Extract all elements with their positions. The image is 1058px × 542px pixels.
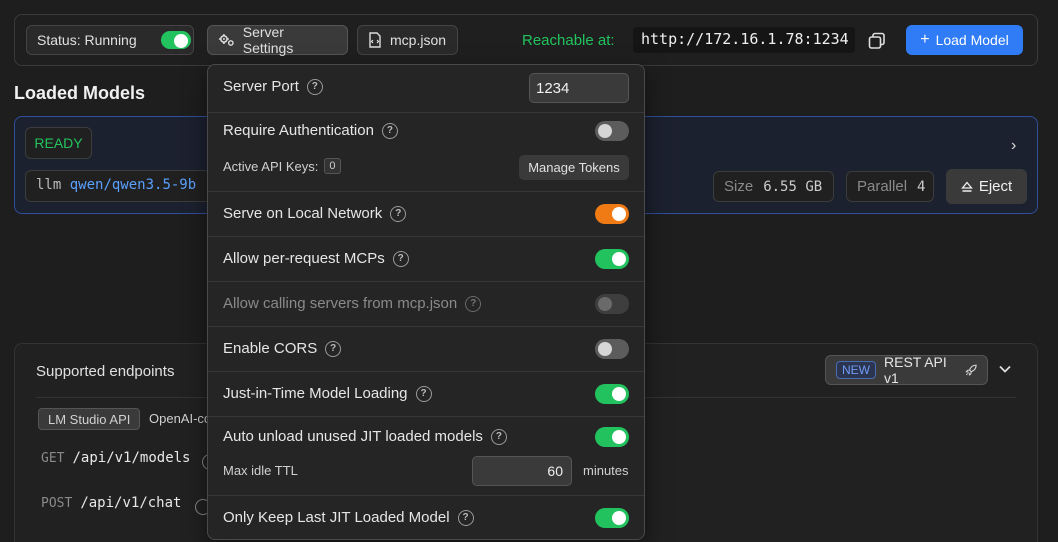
help-icon[interactable]: ? <box>465 295 482 312</box>
cors-toggle[interactable] <box>595 339 629 359</box>
mcp-json-label: mcp.json <box>390 32 447 48</box>
model-size: Size 6.55 GB <box>713 171 834 202</box>
cors-label: Enable CORS <box>223 340 318 357</box>
tab-openai-compatible[interactable]: OpenAI-compatible <box>140 408 208 430</box>
model-identifier[interactable]: llm qwen/qwen3.5-9b <box>25 170 225 202</box>
jit-label-group: Just-in-Time Model Loading ? <box>223 385 432 402</box>
calling-servers-label-group: Allow calling servers from mcp.json ? <box>223 295 482 312</box>
size-label: Size <box>724 178 754 195</box>
per-request-mcps-label: Allow per-request MCPs <box>223 250 385 267</box>
keep-last-label: Only Keep Last JIT Loaded Model <box>223 509 450 526</box>
max-idle-input[interactable] <box>472 456 572 486</box>
load-model-label: Load Model <box>935 32 1009 48</box>
server-port-label-group: Server Port ? <box>223 78 323 95</box>
auto-unload-row: Auto unload unused JIT loaded models ? M… <box>208 417 644 495</box>
status-label: Status: Running <box>37 32 137 48</box>
server-port-label: Server Port <box>223 78 299 95</box>
active-keys-label: Active API Keys: <box>223 158 319 174</box>
require-auth-label-group: Require Authentication ? <box>223 122 398 139</box>
calling-servers-toggle[interactable] <box>595 294 629 314</box>
rest-api-selector[interactable]: NEW REST API v1 <box>825 354 988 386</box>
plus-icon: + <box>920 31 930 48</box>
cors-label-group: Enable CORS ? <box>223 340 342 357</box>
chevron-right-icon[interactable]: › <box>1011 137 1016 155</box>
per-request-mcps-row: Allow per-request MCPs ? <box>208 237 644 281</box>
server-settings-button[interactable]: Server Settings <box>207 24 348 56</box>
server-settings-dropdown: Server Port ? Require Authentication ? A… <box>207 64 645 540</box>
endpoint-method: POST <box>41 496 73 511</box>
per-request-mcps-label-group: Allow per-request MCPs ? <box>223 250 409 267</box>
endpoint-path: /api/v1/models <box>72 450 191 466</box>
size-value: 6.55 GB <box>763 178 823 195</box>
calling-servers-row: Allow calling servers from mcp.json ? <box>208 282 644 326</box>
keep-last-row: Only Keep Last JIT Loaded Model ? <box>208 496 644 540</box>
rocket-icon <box>965 364 977 376</box>
max-idle-label: Max idle TTL <box>223 463 298 478</box>
jit-label: Just-in-Time Model Loading <box>223 385 408 402</box>
manage-tokens-button[interactable]: Manage Tokens <box>519 155 629 180</box>
load-model-button[interactable]: + Load Model <box>906 25 1023 55</box>
local-network-label: Serve on Local Network <box>223 205 383 222</box>
status-pill[interactable]: Status: Running <box>26 25 194 55</box>
server-port-row: Server Port ? <box>208 65 644 112</box>
eject-label: Eject <box>978 178 1013 195</box>
help-icon[interactable]: ? <box>415 385 432 402</box>
endpoint-row[interactable]: GET/api/v1/models <box>41 450 191 466</box>
new-badge: NEW <box>836 361 876 379</box>
reachable-label: Reachable at: <box>522 32 615 49</box>
file-code-icon <box>369 32 381 48</box>
eject-icon <box>960 180 973 192</box>
jit-row: Just-in-Time Model Loading ? <box>208 372 644 416</box>
help-icon[interactable]: ? <box>457 509 474 526</box>
max-idle-unit: minutes <box>583 463 629 478</box>
parallel-label: Parallel <box>857 178 908 195</box>
help-icon[interactable]: ? <box>390 205 407 222</box>
server-running-toggle[interactable] <box>161 31 191 49</box>
help-icon[interactable]: ? <box>381 122 398 139</box>
top-bar: Status: Running Server Settings mcp.json… <box>14 14 1038 66</box>
loaded-models-title: Loaded Models <box>14 83 146 103</box>
require-auth-label: Require Authentication <box>223 122 374 139</box>
calling-servers-label: Allow calling servers from mcp.json <box>223 295 458 312</box>
endpoint-row[interactable]: POST/api/v1/chat <box>41 495 181 511</box>
per-request-mcps-toggle[interactable] <box>595 249 629 269</box>
help-icon[interactable]: ? <box>325 340 342 357</box>
eject-button[interactable]: Eject <box>946 169 1027 204</box>
copy-icon[interactable] <box>868 32 886 50</box>
cors-row: Enable CORS ? <box>208 327 644 371</box>
endpoints-title: Supported endpoints <box>36 363 175 380</box>
require-auth-row: Require Authentication ? Active API Keys… <box>208 113 644 191</box>
local-network-toggle[interactable] <box>595 204 629 224</box>
server-port-input[interactable] <box>529 73 629 103</box>
auto-unload-label: Auto unload unused JIT loaded models <box>223 428 483 445</box>
active-keys-group: Active API Keys: 0 <box>223 158 341 174</box>
endpoint-path: /api/v1/chat <box>80 495 182 511</box>
chevron-down-icon[interactable] <box>997 361 1013 377</box>
keep-last-toggle[interactable] <box>595 508 629 528</box>
auto-unload-toggle[interactable] <box>595 427 629 447</box>
model-parallel: Parallel 4 <box>846 171 934 202</box>
local-network-label-group: Serve on Local Network ? <box>223 205 407 222</box>
require-auth-toggle[interactable] <box>595 121 629 141</box>
model-keyword: llm <box>36 177 62 193</box>
jit-toggle[interactable] <box>595 384 629 404</box>
help-icon[interactable]: ? <box>490 428 507 445</box>
server-url[interactable]: http://172.16.1.78:1234 <box>633 27 855 53</box>
model-id: qwen/qwen3.5-9b <box>69 177 197 193</box>
tab-lm-studio-api[interactable]: LM Studio API <box>38 408 141 430</box>
gear-icon <box>218 34 234 46</box>
help-icon[interactable]: ? <box>306 78 323 95</box>
help-icon[interactable]: ? <box>392 250 409 267</box>
local-network-row: Serve on Local Network ? <box>208 192 644 236</box>
server-settings-label: Server Settings <box>242 24 294 56</box>
keep-last-label-group: Only Keep Last JIT Loaded Model ? <box>223 509 474 526</box>
status-badge: READY <box>25 127 92 159</box>
mcp-json-button[interactable]: mcp.json <box>357 25 458 55</box>
endpoint-method: GET <box>41 451 65 466</box>
parallel-value: 4 <box>917 178 926 195</box>
rest-api-label: REST API v1 <box>884 354 947 386</box>
auto-unload-label-group: Auto unload unused JIT loaded models ? <box>223 428 507 445</box>
active-keys-count: 0 <box>324 158 341 174</box>
